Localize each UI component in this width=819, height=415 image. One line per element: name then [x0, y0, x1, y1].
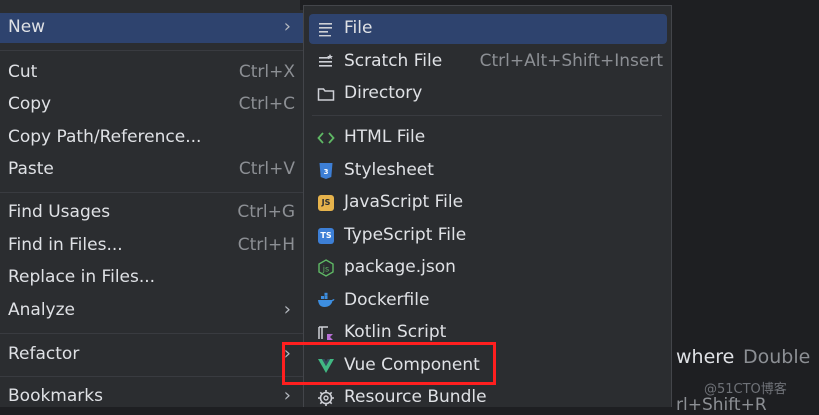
chevron-right-icon: ›	[283, 385, 291, 406]
chevron-right-icon: ›	[283, 299, 291, 320]
submenu-item-label: Kotlin Script	[344, 322, 447, 342]
menu-item-cut[interactable]: Cut Ctrl+X	[0, 58, 303, 88]
editor-hint-shortcut: rl+Shift+R	[676, 395, 767, 415]
chevron-right-icon: ›	[283, 16, 291, 37]
javascript-icon: JS	[317, 194, 335, 212]
menu-item-copy[interactable]: Copy Ctrl+C	[0, 90, 303, 120]
html-icon	[317, 132, 335, 144]
menu-item-label: New	[8, 17, 46, 37]
submenu-item-html-file[interactable]: HTML File	[309, 123, 667, 153]
file-lines-icon	[319, 23, 332, 37]
menu-separator	[0, 376, 303, 377]
menu-item-analyze[interactable]: Analyze ›	[0, 296, 303, 326]
menu-separator	[312, 115, 662, 116]
menu-item-find-in-files[interactable]: Find in Files... Ctrl+H	[0, 231, 303, 261]
menu-item-shortcut: Ctrl+C	[238, 94, 295, 114]
menu-separator	[0, 192, 303, 193]
submenu-item-javascript-file[interactable]: JS JavaScript File	[309, 188, 667, 218]
gear-icon	[318, 390, 334, 406]
typescript-icon: TS	[317, 227, 335, 245]
submenu-item-directory[interactable]: Directory	[309, 79, 667, 109]
menu-item-shortcut: Ctrl+V	[238, 159, 295, 179]
menu-item-shortcut: Ctrl+G	[237, 202, 295, 222]
menu-item-copy-path[interactable]: Copy Path/Reference...	[0, 123, 303, 153]
menu-item-label: Cut	[8, 62, 38, 82]
submenu-item-stylesheet[interactable]: 3 Stylesheet	[309, 156, 667, 186]
menu-item-label: Refactor	[8, 344, 80, 364]
menu-item-new[interactable]: New ›	[0, 13, 303, 43]
menu-item-label: Find in Files...	[8, 235, 123, 255]
menu-item-find-usages[interactable]: Find Usages Ctrl+G	[0, 198, 303, 228]
docker-icon	[318, 292, 335, 307]
kotlin-script-icon	[318, 326, 333, 340]
menu-item-label: Copy	[8, 94, 52, 114]
menu-item-label: Find Usages	[8, 202, 111, 222]
submenu-item-label: File	[344, 18, 373, 38]
menu-item-label: Copy Path/Reference...	[8, 127, 202, 147]
submenu-item-label: TypeScript File	[344, 225, 467, 245]
submenu-item-shortcut: Ctrl+Alt+Shift+Insert	[479, 51, 663, 71]
menu-separator	[0, 50, 303, 51]
submenu-item-label: Stylesheet	[344, 160, 434, 180]
menu-item-label: Paste	[8, 159, 54, 179]
annotation-highlight-box	[282, 342, 496, 385]
submenu-item-label: package.json	[344, 257, 456, 277]
menu-item-paste[interactable]: Paste Ctrl+V	[0, 155, 303, 185]
menu-item-label: Replace in Files...	[8, 267, 156, 287]
folder-icon	[317, 88, 335, 101]
menu-item-shortcut: Ctrl+X	[238, 62, 295, 82]
menu-item-shortcut: Ctrl+H	[237, 235, 295, 255]
submenu-item-file[interactable]: File	[309, 14, 667, 44]
menu-separator	[0, 333, 303, 334]
submenu-item-label: Scratch File	[344, 51, 443, 71]
submenu-item-label: JavaScript File	[344, 192, 464, 212]
svg-text:js: js	[322, 265, 329, 274]
submenu-item-package-json[interactable]: js package.json	[309, 253, 667, 283]
submenu-item-label: Dockerfile	[344, 290, 430, 310]
submenu-item-dockerfile[interactable]: Dockerfile	[309, 286, 667, 316]
project-tree-strip	[0, 0, 300, 10]
submenu-item-label: Directory	[344, 83, 423, 103]
submenu-item-resource-bundle[interactable]: Resource Bundle	[309, 383, 667, 413]
menu-item-bookmarks[interactable]: Bookmarks ›	[0, 382, 303, 412]
menu-item-label: Bookmarks	[8, 386, 103, 406]
editor-hint-double: Double	[743, 346, 811, 368]
submenu-item-scratch-file[interactable]: Scratch File Ctrl+Alt+Shift+Insert	[309, 47, 667, 77]
submenu-item-label: HTML File	[344, 127, 426, 147]
css-icon: 3	[319, 163, 333, 179]
nodejs-icon: js	[318, 259, 334, 277]
menu-item-refactor[interactable]: Refactor ›	[0, 340, 303, 370]
context-menu: New › Cut Ctrl+X Copy Ctrl+C Copy Path/R…	[0, 10, 304, 407]
watermark: @51CTO博客	[704, 382, 787, 397]
menu-item-replace-in-files[interactable]: Replace in Files...	[0, 263, 303, 293]
menu-item-label: Analyze	[8, 300, 75, 320]
submenu-item-label: Resource Bundle	[344, 387, 487, 407]
svg-text:3: 3	[324, 168, 329, 176]
submenu-item-typescript-file[interactable]: TS TypeScript File	[309, 221, 667, 251]
scratch-file-icon	[319, 54, 333, 67]
editor-hint-where: where	[676, 346, 735, 368]
